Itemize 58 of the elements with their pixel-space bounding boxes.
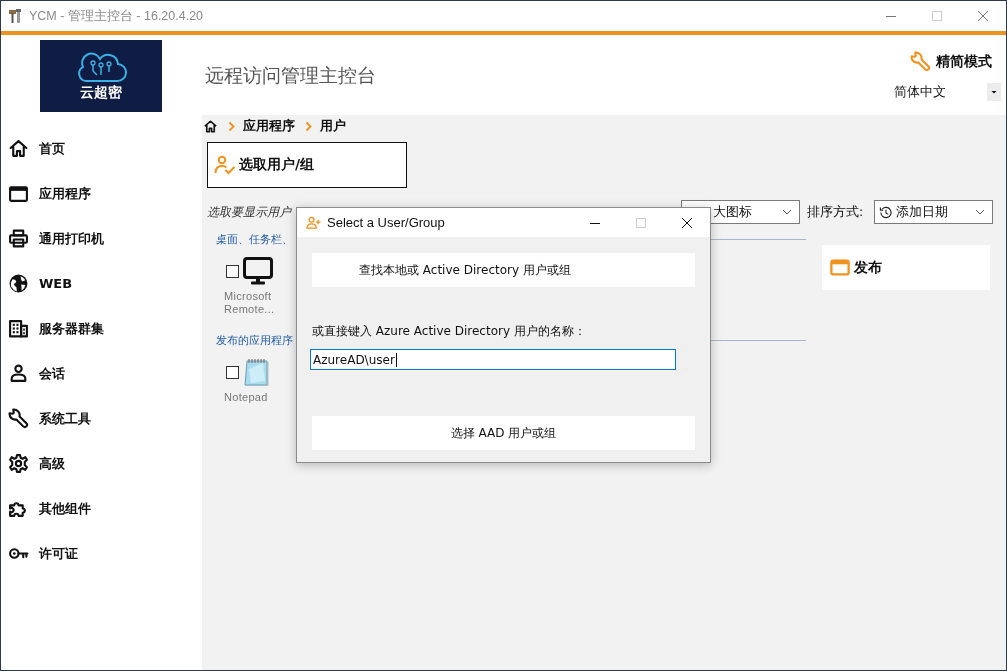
close-icon: [682, 217, 692, 228]
sidebar-item[interactable]: 通用打印机: [1, 216, 202, 261]
window-icon: [830, 258, 850, 277]
sidebar-item[interactable]: 首页: [1, 126, 202, 171]
monitor-icon: [243, 256, 273, 286]
sidebar-item[interactable]: 其他组件: [1, 486, 202, 531]
printer-icon: [8, 228, 29, 249]
sort-label: 排序方式:: [807, 203, 865, 221]
sidebar-item[interactable]: 会话: [1, 351, 202, 396]
sidebar-item[interactable]: 系统工具: [1, 396, 202, 441]
chevron-down-icon: [975, 209, 985, 215]
maximize-icon: [932, 11, 942, 21]
sidebar-item[interactable]: 应用程序: [1, 171, 202, 216]
breadcrumb-link[interactable]: 应用程序: [243, 117, 295, 135]
wrench-icon: [8, 408, 29, 429]
globe-icon: [8, 273, 29, 294]
sidebar-item[interactable]: 服务器群集: [1, 306, 202, 351]
sidebar-item[interactable]: WEB: [1, 261, 202, 306]
user-check-icon: [214, 155, 236, 175]
app-name: Microsoft Remote...: [224, 290, 276, 316]
window-icon: [8, 183, 29, 204]
breadcrumb-link[interactable]: 用户: [320, 117, 346, 135]
name-input-field[interactable]: AzureAD\user: [310, 349, 676, 370]
checkbox[interactable]: [226, 365, 239, 379]
sort-dropdown[interactable]: 添加日期: [874, 200, 993, 224]
user-plus-icon: [306, 216, 321, 229]
gear-icon: [8, 453, 29, 474]
find-user-button[interactable]: 查找本地或 Active Directory 用户或组: [312, 253, 695, 287]
maximize-icon: [636, 217, 646, 228]
name-prompt: 或直接键入 Azure Active Directory 用户的名称：: [312, 323, 586, 340]
home-icon: [8, 138, 29, 159]
publish-tab[interactable]: 发布: [822, 245, 990, 290]
wrench-icon: [910, 51, 931, 72]
window-title: YCM - 管理主控台 - 16.20.4.20: [29, 7, 204, 25]
select-aad-button[interactable]: 选择 AAD 用户或组: [312, 416, 695, 450]
group-title: 桌面、任务栏、: [216, 231, 293, 247]
person-icon: [8, 363, 29, 384]
group-title: 发布的应用程序: [216, 332, 293, 348]
cloud-icon: [75, 51, 127, 83]
console-title: 远程访问管理主控台: [205, 63, 376, 88]
sidebar-item[interactable]: 高级: [1, 441, 202, 486]
select-user-button[interactable]: 选取用户/组: [207, 142, 407, 188]
building-icon: [8, 318, 29, 339]
hint-text: 选取要显示用户: [207, 203, 293, 221]
mode-button[interactable]: 精简模式: [910, 51, 992, 72]
tools-icon: [7, 8, 23, 24]
logo-text: 云超密: [80, 83, 122, 100]
home-icon[interactable]: [203, 118, 218, 134]
app-name: Notepad: [224, 391, 269, 404]
chevron-icon: [228, 120, 235, 132]
close-icon: [978, 11, 988, 21]
language-dropdown[interactable]: 简体中文: [894, 83, 1001, 101]
checkbox[interactable]: [226, 264, 239, 278]
clock-icon: [879, 205, 892, 219]
sidebar-item[interactable]: 许可证: [1, 531, 202, 576]
chevron-icon: [305, 120, 312, 132]
chevron-down-icon: [782, 209, 792, 215]
dialog-title: Select a User/Group: [327, 215, 445, 230]
